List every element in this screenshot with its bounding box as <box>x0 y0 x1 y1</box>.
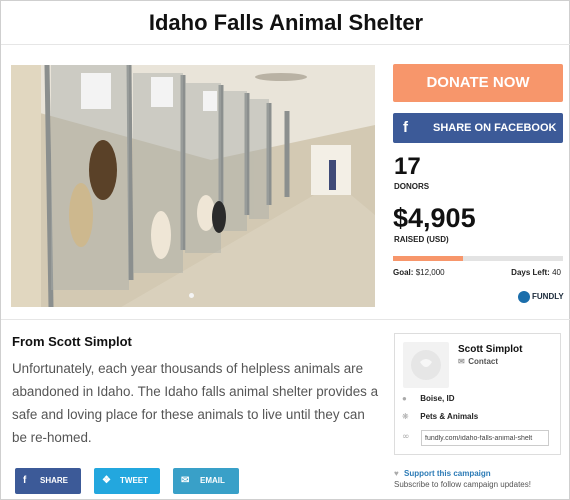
contact-label: Contact <box>468 357 499 366</box>
link-icon: ∞ <box>402 432 410 442</box>
tweet-label: TWEET <box>120 476 148 485</box>
share-on-facebook-label: SHARE ON FACEBOOK <box>433 122 557 134</box>
twitter-icon: ❖ <box>102 475 111 486</box>
facebook-icon: f <box>403 119 408 136</box>
organizer-name[interactable]: Scott Simplot <box>458 344 522 356</box>
section-divider <box>1 319 570 320</box>
story-author-heading: From Scott Simplot <box>12 334 132 349</box>
category-text: Pets & Animals <box>420 412 479 421</box>
email-label: EMAIL <box>200 476 225 485</box>
goal-text: Goal: $12,000 <box>393 268 445 278</box>
heart-icon: ♥ <box>394 469 399 478</box>
organizer-card: Scott Simplot ✉ Contact ● Boise, ID ❋ Pe… <box>394 333 561 455</box>
fundly-logo[interactable]: FUNDLY <box>518 290 564 304</box>
location-text: Boise, ID <box>420 394 455 403</box>
donors-count: 17 <box>394 153 421 180</box>
map-pin-icon: ● <box>402 394 407 403</box>
subscribe-text: Subscribe to follow campaign updates! <box>394 480 531 489</box>
funding-progress-bar <box>393 256 563 261</box>
raised-amount: $4,905 <box>393 203 476 233</box>
facebook-icon: f <box>23 475 27 486</box>
tweet-button[interactable]: ❖ TWEET <box>94 468 160 494</box>
support-campaign-link[interactable]: ♥ Support this campaign <box>394 468 491 479</box>
donate-now-button[interactable]: DONATE NOW <box>393 64 563 102</box>
share-on-facebook-button[interactable]: f SHARE ON FACEBOOK <box>393 113 563 143</box>
goal-value: $12,000 <box>415 268 445 277</box>
fundly-icon <box>518 291 530 303</box>
email-button[interactable]: ✉ EMAIL <box>173 468 239 494</box>
organizer-avatar <box>403 342 449 388</box>
carousel-dot[interactable] <box>189 293 194 298</box>
raised-label: RAISED (USD) <box>394 235 449 244</box>
days-left-value: 40 <box>552 268 561 277</box>
days-left-label: Days Left: <box>511 268 550 277</box>
story-text: Unfortunately, each year thousands of he… <box>12 361 379 445</box>
share-button[interactable]: f SHARE <box>15 468 81 494</box>
goal-label: Goal: <box>393 268 414 277</box>
organizer-location: ● Boise, ID <box>402 393 454 405</box>
organizer-category: ❋ Pets & Animals <box>402 411 478 423</box>
contact-link[interactable]: ✉ Contact <box>458 357 498 367</box>
paw-icon: ❋ <box>402 412 409 421</box>
support-label: Support this campaign <box>403 469 491 478</box>
campaign-photo <box>11 65 375 307</box>
campaign-url-field[interactable] <box>421 430 549 446</box>
funding-progress-fill <box>393 256 463 261</box>
email-icon: ✉ <box>181 475 190 486</box>
share-label: SHARE <box>40 476 69 485</box>
envelope-icon: ✉ <box>458 357 465 366</box>
page-title: Idaho Falls Animal Shelter <box>1 1 570 45</box>
fundly-brand: FUNDLY <box>532 292 564 301</box>
donors-label: DONORS <box>394 182 430 191</box>
days-left-text: Days Left: 40 <box>511 268 561 278</box>
